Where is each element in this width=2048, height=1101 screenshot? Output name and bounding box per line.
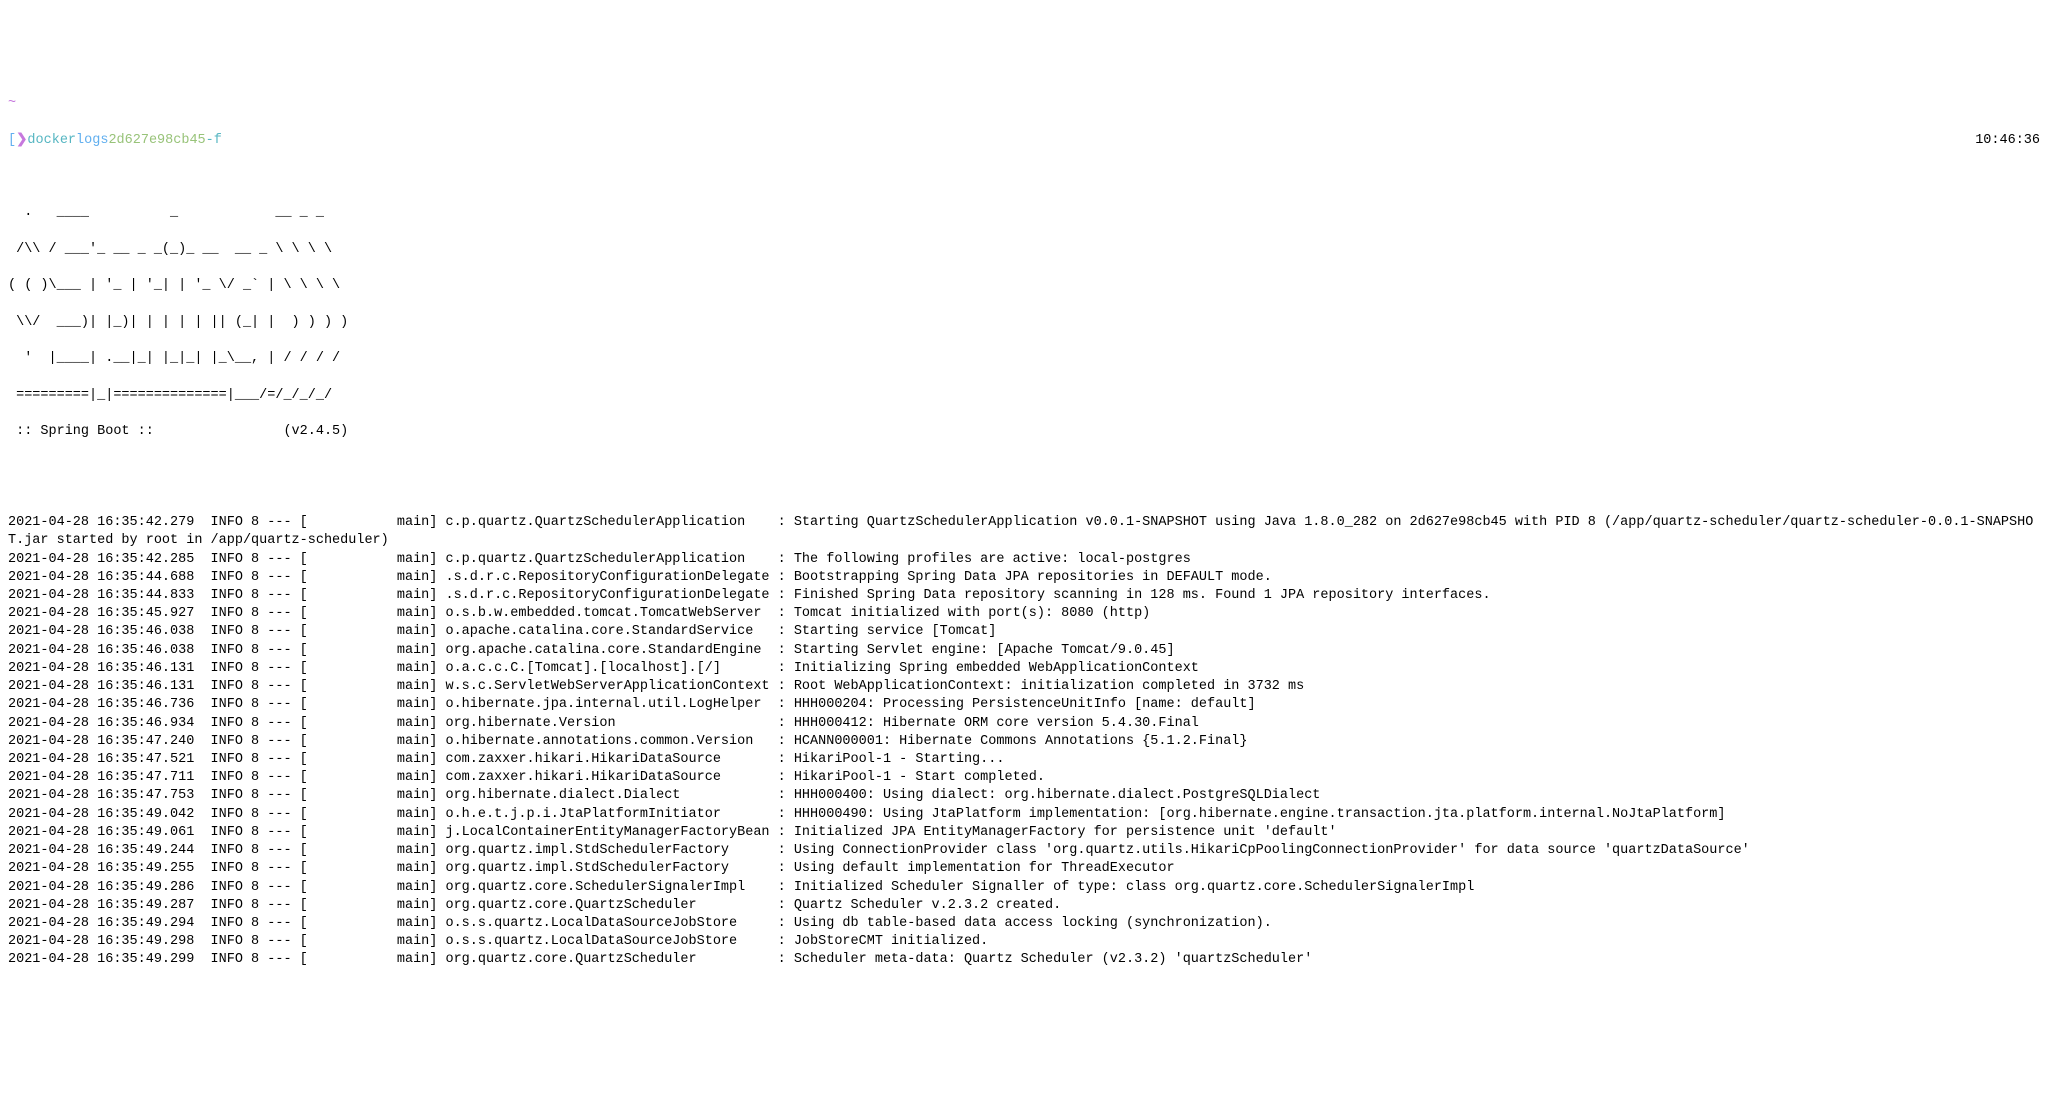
log-line: 2021-04-28 16:35:49.299 INFO 8 --- [ mai… (8, 951, 2040, 969)
clock-time: 10:46:36 (1975, 132, 2040, 150)
terminal-window[interactable]: ~ [❯ docker logs 2d627e98cb45 -f 10:46:36… (8, 77, 2040, 1006)
command-container-id: 2d627e98cb45 (108, 132, 205, 150)
log-line: 2021-04-28 16:35:49.298 INFO 8 --- [ mai… (8, 933, 2040, 951)
log-line: 2021-04-28 16:35:47.521 INFO 8 --- [ mai… (8, 751, 2040, 769)
log-line: 2021-04-28 16:35:49.287 INFO 8 --- [ mai… (8, 897, 2040, 915)
prompt-cwd: ~ (8, 95, 16, 113)
spring-banner: . ____ _ __ _ _ /\\ / ___'_ __ _ _(_)_ _… (8, 186, 2040, 459)
banner-line: ' |____| .__|_| |_|_| |_\__, | / / / / (8, 350, 2040, 368)
log-line: 2021-04-28 16:35:47.711 INFO 8 --- [ mai… (8, 769, 2040, 787)
log-line: 2021-04-28 16:35:46.131 INFO 8 --- [ mai… (8, 660, 2040, 678)
log-line: 2021-04-28 16:35:46.038 INFO 8 --- [ mai… (8, 623, 2040, 641)
banner-line: ( ( )\___ | '_ | '_| | '_ \/ _` | \ \ \ … (8, 277, 2040, 295)
prompt-cwd-line: ~ (8, 95, 2040, 113)
prompt-command-line: [❯ docker logs 2d627e98cb45 -f 10:46:36 (8, 132, 2040, 150)
log-line: 2021-04-28 16:35:42.285 INFO 8 --- [ mai… (8, 551, 2040, 569)
log-line: 2021-04-28 16:35:49.294 INFO 8 --- [ mai… (8, 915, 2040, 933)
banner-line: =========|_|==============|___/=/_/_/_/ (8, 387, 2040, 405)
log-line: 2021-04-28 16:35:49.286 INFO 8 --- [ mai… (8, 879, 2040, 897)
log-line: 2021-04-28 16:35:44.688 INFO 8 --- [ mai… (8, 569, 2040, 587)
banner-line: . ____ _ __ _ _ (8, 204, 2040, 222)
command-logs: logs (76, 132, 108, 150)
command-docker: docker (27, 132, 76, 150)
log-line: 2021-04-28 16:35:49.244 INFO 8 --- [ mai… (8, 842, 2040, 860)
banner-line: \\/ ___)| |_)| | | | | || (_| | ) ) ) ) (8, 314, 2040, 332)
log-line: 2021-04-28 16:35:47.240 INFO 8 --- [ mai… (8, 733, 2040, 751)
banner-line: :: Spring Boot :: (v2.4.5) (8, 423, 2040, 441)
log-line: 2021-04-28 16:35:42.279 INFO 8 --- [ mai… (8, 514, 2040, 550)
log-line: 2021-04-28 16:35:46.131 INFO 8 --- [ mai… (8, 678, 2040, 696)
prompt-bracket: [ (8, 132, 16, 150)
log-line: 2021-04-28 16:35:44.833 INFO 8 --- [ mai… (8, 587, 2040, 605)
log-line: 2021-04-28 16:35:47.753 INFO 8 --- [ mai… (8, 787, 2040, 805)
log-line: 2021-04-28 16:35:49.042 INFO 8 --- [ mai… (8, 806, 2040, 824)
log-line: 2021-04-28 16:35:46.038 INFO 8 --- [ mai… (8, 642, 2040, 660)
banner-line: /\\ / ___'_ __ _ _(_)_ __ __ _ \ \ \ \ (8, 241, 2040, 259)
prompt-arrow-icon: ❯ (16, 132, 27, 150)
log-lines: 2021-04-28 16:35:42.279 INFO 8 --- [ mai… (8, 514, 2040, 969)
command-flag: -f (206, 132, 222, 150)
log-line: 2021-04-28 16:35:46.736 INFO 8 --- [ mai… (8, 696, 2040, 714)
log-line: 2021-04-28 16:35:49.255 INFO 8 --- [ mai… (8, 860, 2040, 878)
terminal-output: . ____ _ __ _ _ /\\ / ___'_ __ _ _(_)_ _… (8, 168, 2040, 988)
log-line: 2021-04-28 16:35:49.061 INFO 8 --- [ mai… (8, 824, 2040, 842)
blank-line (8, 478, 2040, 496)
log-line: 2021-04-28 16:35:45.927 INFO 8 --- [ mai… (8, 605, 2040, 623)
log-line: 2021-04-28 16:35:46.934 INFO 8 --- [ mai… (8, 715, 2040, 733)
